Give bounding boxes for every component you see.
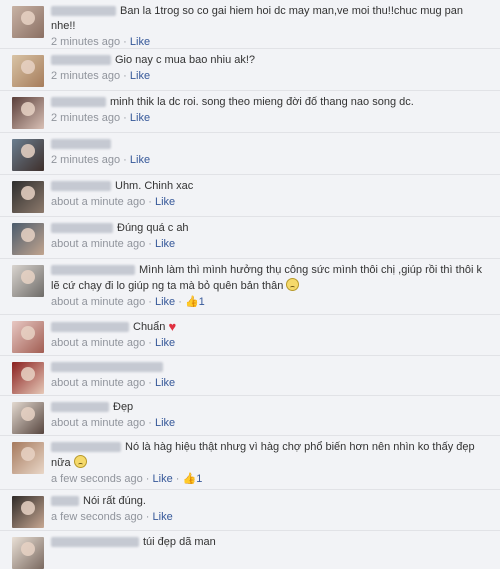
comment-meta: 2 minutes ago · Like <box>51 36 151 48</box>
author-name[interactable] <box>51 55 111 66</box>
comment-timestamp[interactable]: 2 minutes ago <box>51 154 120 166</box>
heart-icon: ♥ <box>168 319 177 334</box>
like-link[interactable]: Like <box>155 196 175 208</box>
comment-meta: 2 minutes ago · Like <box>51 112 151 124</box>
like-count[interactable]: 1 <box>199 296 205 308</box>
author-name[interactable] <box>51 6 116 17</box>
comment-text: Nói rất đúng. <box>83 495 146 507</box>
comment-meta: a few seconds ago · Like <box>51 511 173 523</box>
like-link[interactable]: Like <box>130 154 150 166</box>
avatar[interactable] <box>12 265 44 297</box>
comment-timestamp[interactable]: 2 minutes ago <box>51 112 120 124</box>
avatar[interactable] <box>12 6 44 38</box>
avatar[interactable] <box>12 402 44 434</box>
comment-item: Đẹp about a minute ago · Like <box>0 396 500 436</box>
like-link[interactable]: Like <box>153 511 173 523</box>
comment-text: Đúng quá c ah <box>117 222 189 234</box>
avatar[interactable] <box>12 442 44 474</box>
comment-timestamp[interactable]: about a minute ago <box>51 377 145 389</box>
avatar[interactable] <box>12 55 44 87</box>
avatar[interactable] <box>12 181 44 213</box>
author-name[interactable] <box>51 139 111 150</box>
like-link[interactable]: Like <box>130 70 150 82</box>
author-name[interactable] <box>51 97 106 108</box>
avatar[interactable] <box>12 496 44 528</box>
comment-item: Ban la 1trog so co gai hiem hoi dc may m… <box>0 0 500 49</box>
comment-feed: Ban la 1trog so co gai hiem hoi dc may m… <box>0 0 500 569</box>
like-link[interactable]: Like <box>130 36 150 48</box>
like-link[interactable]: Like <box>155 296 175 308</box>
comment-text: Chuẩn <box>133 321 166 333</box>
comment-item: minh thik la dc roi. song theo mieng đời… <box>0 91 500 133</box>
avatar[interactable] <box>12 362 44 394</box>
comment-meta: about a minute ago · Like <box>51 238 176 250</box>
thumbs-up-icon[interactable]: 👍 <box>183 473 197 485</box>
like-link[interactable]: Like <box>155 238 175 250</box>
comment-text: Đẹp <box>113 401 134 413</box>
avatar[interactable] <box>12 97 44 129</box>
like-link[interactable]: Like <box>153 473 173 485</box>
like-count[interactable]: 1 <box>196 473 202 485</box>
author-name[interactable] <box>51 496 79 507</box>
author-name[interactable] <box>51 223 113 234</box>
comment-text: Gio nay c mua bao nhiu ak!? <box>115 54 256 66</box>
comment-timestamp[interactable]: about a minute ago <box>51 238 145 250</box>
avatar[interactable] <box>12 537 44 569</box>
comment-timestamp[interactable]: about a minute ago <box>51 417 145 429</box>
author-name[interactable] <box>51 442 121 453</box>
comment-item: 2 minutes ago · Like <box>0 133 500 175</box>
comment-item: túi đẹp dã man <box>0 531 500 569</box>
comment-meta: about a minute ago · Like <box>51 417 176 429</box>
comment-item: Nó là hàg hiệu thật nhưg vì hàg chợ phổ … <box>0 436 500 490</box>
author-name[interactable] <box>51 322 129 333</box>
comment-timestamp[interactable]: about a minute ago <box>51 196 145 208</box>
thumbs-up-icon[interactable]: 👍 <box>185 296 199 308</box>
comment-timestamp[interactable]: a few seconds ago <box>51 473 143 485</box>
comment-timestamp[interactable]: 2 minutes ago <box>51 36 120 48</box>
avatar[interactable] <box>12 321 44 353</box>
author-name[interactable] <box>51 181 111 192</box>
like-link[interactable]: Like <box>155 377 175 389</box>
author-name[interactable] <box>51 537 139 548</box>
comment-item: Uhm. Chinh xac about a minute ago · Like <box>0 175 500 217</box>
comment-timestamp[interactable]: about a minute ago <box>51 296 145 308</box>
like-link[interactable]: Like <box>155 337 175 349</box>
comment-meta: a few seconds ago · Like · 👍1 <box>51 473 203 485</box>
author-name[interactable] <box>51 362 163 373</box>
comment-meta: about a minute ago · Like <box>51 337 176 349</box>
comment-meta: about a minute ago · Like · 👍1 <box>51 296 205 308</box>
comment-item: Mình làm thì mình hưởng thụ công sức mìn… <box>0 259 500 315</box>
comment-timestamp[interactable]: a few seconds ago <box>51 511 143 523</box>
comment-item: Chuẩn ♥ about a minute ago · Like <box>0 315 500 356</box>
comment-timestamp[interactable]: about a minute ago <box>51 337 145 349</box>
comment-text: Uhm. Chinh xac <box>115 180 194 192</box>
comment-meta: 2 minutes ago · Like <box>51 154 151 166</box>
sad-emoji-icon <box>73 455 87 468</box>
comment-meta: 2 minutes ago · Like <box>51 70 151 82</box>
like-link[interactable]: Like <box>155 417 175 429</box>
comment-item: Gio nay c mua bao nhiu ak!? 2 minutes ag… <box>0 49 500 91</box>
comment-timestamp[interactable]: 2 minutes ago <box>51 70 120 82</box>
comment-text: túi đẹp dã man <box>143 536 216 548</box>
comment-text: minh thik la dc roi. song theo mieng đời… <box>110 96 414 108</box>
author-name[interactable] <box>51 402 109 413</box>
comment-item: Nói rất đúng. a few seconds ago · Like <box>0 490 500 531</box>
author-name[interactable] <box>51 265 135 276</box>
avatar[interactable] <box>12 139 44 171</box>
comment-meta: about a minute ago · Like <box>51 377 176 389</box>
like-link[interactable]: Like <box>130 112 150 124</box>
avatar[interactable] <box>12 223 44 255</box>
comment-item: about a minute ago · Like <box>0 356 500 396</box>
comment-item: Đúng quá c ah about a minute ago · Like <box>0 217 500 259</box>
comment-meta: about a minute ago · Like <box>51 196 176 208</box>
sad-emoji-icon <box>286 278 300 291</box>
